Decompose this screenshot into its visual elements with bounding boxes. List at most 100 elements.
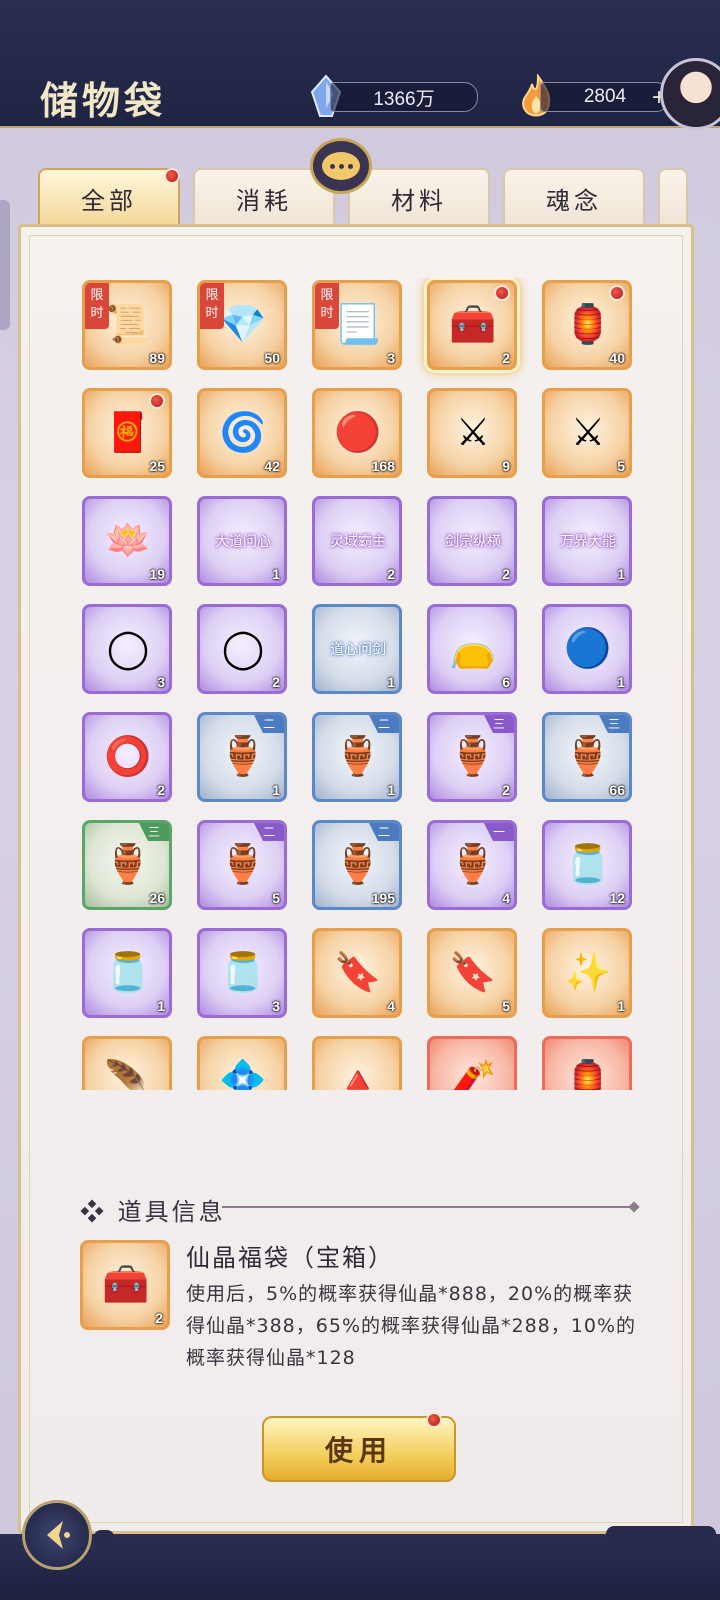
inventory-slot[interactable]: 🔖 5 [427,928,517,1018]
inventory-slot[interactable]: 道心问剑 1 [312,604,402,694]
fire-swords-icon: ⚔ [455,410,491,454]
inventory-slot[interactable]: 🏮 [542,1036,632,1090]
inventory-slot[interactable]: 大道问心 1 [197,496,287,586]
inventory-grid[interactable]: 📜 限时 89 💎 限时 50 灵剑 📃 限时 3 🧰 2 🏮 40 🧧 25 🌀 42 🔴 168 ⚔ 9 ⚔ 5 🪷 19 大道… [80,278,640,1090]
currency-spirit-crystal: 1366万 [330,82,478,112]
chat-icon [322,152,360,180]
blue-vase-icon: 🏺 [334,733,382,778]
purple-gem-icon: 💠 [219,1057,267,1091]
inventory-slot[interactable]: 🪷 19 [82,496,172,586]
purple-gourd-icon: 🫙 [564,841,612,886]
inventory-slot[interactable]: ⭕ 2 [82,712,172,802]
tab-soul[interactable]: 魂念 [503,168,645,226]
inventory-slot[interactable]: 👝 6 [427,604,517,694]
side-tab[interactable] [0,200,10,330]
inventory-slot[interactable]: 💠 [197,1036,287,1090]
item-count: 2 [502,782,510,798]
item-count: 3 [387,350,395,366]
item-count: 1 [617,674,625,690]
item-count: 4 [502,890,510,906]
firecracker-icon: 🧨 [449,1057,497,1091]
purple-vase-icon: 🏺 [449,841,497,886]
blue-vase-icon: 🏺 [564,733,612,778]
new-badge [494,285,510,301]
item-count: 1 [617,566,625,582]
tab-more[interactable] [658,168,688,226]
banner-icon: 大道问心 [215,534,271,550]
tab-all[interactable]: 全部 [38,168,180,226]
inventory-slot[interactable]: 🫙 3 [197,928,287,1018]
item-count: 42 [264,458,280,474]
inventory-slot[interactable]: 万界大能 1 [542,496,632,586]
inventory-slot[interactable]: ◯ 3 [82,604,172,694]
inventory-slot[interactable]: 🧧 25 [82,388,172,478]
purple-gourd-icon: 🫙 [104,949,152,994]
limited-time-tag: 限时 [200,283,224,329]
inventory-slot[interactable]: 🧰 2 [427,280,517,370]
inventory-slot[interactable]: 🏺 二 1 [197,712,287,802]
inventory-slot[interactable]: 剑宗纵横 2 [427,496,517,586]
inventory-slot[interactable]: 🏺 二 195 [312,820,402,910]
inventory-slot[interactable]: 📜 限时 89 [82,280,172,370]
item-count: 2 [272,674,280,690]
inventory-slot[interactable]: 🏺 一 4 [427,820,517,910]
red-orb-whip-icon: 🔴 [334,409,382,454]
purple-gourd-icon: 🫙 [219,949,267,994]
item-count: 40 [609,350,625,366]
chat-button[interactable] [310,138,372,194]
new-badge [149,393,165,409]
inventory-slot[interactable]: 🏺 二 1 [312,712,402,802]
item-count: 3 [157,674,165,690]
inventory-slot[interactable]: 🫙 1 [82,928,172,1018]
green-vase-icon: 🏺 [104,841,152,886]
inventory-slot[interactable]: ⚔ 9 [427,388,517,478]
item-count: 89 [149,350,165,366]
inventory-slot[interactable]: 🔖 4 [312,928,402,1018]
inventory-slot[interactable]: 🏺 二 5 [197,820,287,910]
inventory-slot[interactable]: ✨ 1 [542,928,632,1018]
eye-talisman-icon: 🔖 [449,949,497,994]
inventory-slot[interactable]: 灵剑 📃 限时 3 [312,280,402,370]
item-count: 26 [149,890,165,906]
item-count: 1 [617,998,625,1014]
inventory-slot[interactable]: 🪶 [82,1036,172,1090]
inventory-slot[interactable]: 🫙 12 [542,820,632,910]
inventory-slot[interactable]: ◯ 2 [197,604,287,694]
use-button[interactable]: 使用 [262,1416,456,1482]
blue-vase-icon: 🏺 [219,733,267,778]
blue-feather-icon: 🪶 [104,1057,152,1091]
item-count: 1 [387,674,395,690]
item-count: 195 [371,890,395,906]
inventory-slot[interactable]: 🌀 42 [197,388,287,478]
item-count: 9 [502,458,510,474]
item-count: 2 [157,782,165,798]
currency-flame: 2804 [540,82,670,112]
inventory-slot[interactable]: 🔺 [312,1036,402,1090]
inventory-slot[interactable]: 🏺 三 2 [427,712,517,802]
back-button[interactable] [22,1500,92,1570]
jade-ring-sword-icon: ◯ [106,626,150,670]
item-count: 2 [502,566,510,582]
banner-icon: 道心问剑 [330,642,386,658]
inventory-slot[interactable]: 🔵 1 [542,604,632,694]
inventory-slot[interactable]: 🧨 [427,1036,517,1090]
purple-vase-icon: 🏺 [449,733,497,778]
limited-time-tag: 限时 [315,283,339,329]
inventory-slot[interactable]: 💎 限时 50 [197,280,287,370]
lantern-icon: 🏮 [564,1057,612,1091]
item-count: 50 [264,350,280,366]
inventory-slot[interactable]: 灵域霸主 2 [312,496,402,586]
item-count: 2 [502,350,510,366]
back-arrow-icon [47,1521,70,1549]
item-count: 5 [502,998,510,1014]
item-count: 1 [272,566,280,582]
gold-ring-icon: ◯ [221,626,265,670]
inventory-slot[interactable]: 🏮 40 [542,280,632,370]
inventory-slot[interactable]: 🏺 三 66 [542,712,632,802]
silk-pouch-icon: 👝 [449,625,497,670]
inventory-slot[interactable]: 🔴 168 [312,388,402,478]
inventory-slot[interactable]: 🏺 三 26 [82,820,172,910]
twin-orbs-icon: 🔵 [564,625,612,670]
inventory-slot[interactable]: ⚔ 5 [542,388,632,478]
item-count: 168 [371,458,395,474]
